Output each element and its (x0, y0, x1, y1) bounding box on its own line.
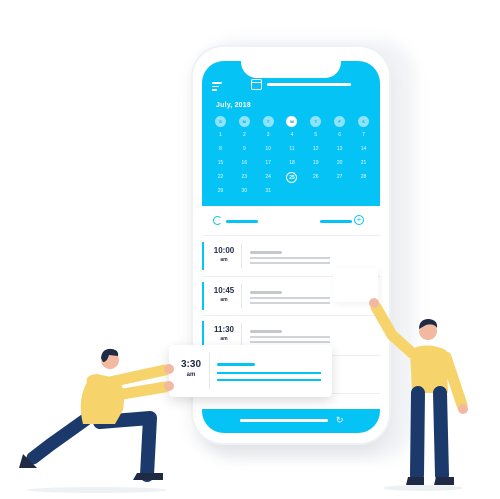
calendar-week-3: 15 16 17 18 19 20 21 (215, 158, 369, 169)
event-title-placeholder (250, 291, 282, 294)
weekday-fri: F (334, 116, 346, 127)
calendar-day[interactable]: 15 (215, 158, 226, 169)
menu-icon[interactable] (212, 82, 222, 91)
calendar-day[interactable]: 29 (215, 186, 226, 197)
calendar-day[interactable]: 16 (239, 158, 250, 169)
calendar-day[interactable]: 22 (215, 172, 226, 183)
calendar-day[interactable]: 13 (334, 144, 345, 155)
add-circle-icon[interactable]: + (354, 215, 364, 225)
event-divider (241, 244, 242, 268)
calendar-day[interactable]: 3 (263, 130, 274, 141)
event-accent (202, 242, 204, 270)
calendar-day[interactable]: 24 (263, 172, 274, 183)
event-time-period: am (220, 297, 228, 303)
calendar-day[interactable]: 31 (263, 186, 274, 197)
weekday-wed: W (286, 116, 298, 127)
popout-detail-placeholder (217, 372, 321, 374)
calendar-day[interactable]: 2 (239, 130, 250, 141)
phone-notch (241, 61, 341, 78)
calendar-day[interactable]: 14 (358, 144, 369, 155)
calendar-day[interactable]: 17 (263, 158, 274, 169)
calendar-day[interactable]: 28 (358, 172, 369, 183)
person-reaching-illustration (369, 298, 468, 491)
weekday-sat: S (357, 116, 369, 127)
home-indicator[interactable] (240, 419, 328, 422)
event-time-value: 11:30 (213, 325, 235, 334)
popout-event-card[interactable]: 3:30 am (169, 345, 332, 397)
calendar-day[interactable]: 27 (334, 172, 345, 183)
event-divider (241, 284, 242, 308)
filter-label-placeholder (226, 220, 258, 223)
calendar-day[interactable]: 1 (215, 130, 226, 141)
calendar-week-4: 22 23 24 25 26 27 28 (215, 172, 369, 183)
event-time: 10:45 am (210, 286, 238, 303)
calendar-day[interactable]: 26 (310, 172, 321, 183)
sync-icon[interactable]: ↻ (336, 415, 344, 426)
event-detail-placeholder (250, 257, 330, 259)
calendar-day[interactable]: 21 (358, 158, 369, 169)
calendar-day[interactable]: 11 (286, 144, 297, 155)
popout-divider (209, 353, 210, 389)
month-label: July, 2018 (216, 102, 251, 109)
add-label-placeholder (320, 220, 352, 223)
divider (202, 235, 380, 236)
event-title-placeholder (250, 330, 282, 333)
event-detail-placeholder (250, 302, 330, 304)
event-time-value: 10:00 (213, 246, 235, 255)
calendar-day[interactable]: 30 (239, 186, 250, 197)
calendar-week-5: 29 30 31 (215, 186, 369, 197)
weekday-sun: S (215, 116, 226, 127)
calendar-day[interactable]: 18 (286, 158, 297, 169)
calendar-day[interactable]: 9 (239, 144, 250, 155)
event-time: 11:30 am (210, 325, 238, 342)
event-detail-placeholder (250, 341, 330, 343)
refresh-icon[interactable] (213, 216, 222, 225)
calendar-panel: July, 2018 S M T W T F S 1 2 3 4 5 6 7 8 (202, 61, 380, 206)
event-detail-placeholder (250, 262, 330, 264)
calendar-day[interactable]: 10 (263, 144, 274, 155)
event-time-period: am (220, 257, 228, 263)
weekday-row: S M T W T F S (215, 116, 369, 127)
header-title-placeholder (267, 83, 351, 86)
weekday-mon: M (238, 116, 250, 127)
calendar-day[interactable]: 12 (310, 144, 321, 155)
calendar-day[interactable]: 20 (334, 158, 345, 169)
event-accent (202, 282, 204, 310)
calendar-day[interactable]: 23 (239, 172, 250, 183)
popout-title-placeholder (217, 363, 255, 366)
event-time-period: am (220, 336, 228, 342)
weekday-tue: T (262, 116, 274, 127)
event-time: 10:00 am (210, 246, 238, 263)
calendar-week-1: 1 2 3 4 5 6 7 (215, 130, 369, 141)
popout-detail-placeholder (217, 379, 321, 381)
calendar-day[interactable]: 19 (310, 158, 321, 169)
event-detail-placeholder (250, 336, 330, 338)
schedule-controls: + (202, 206, 380, 236)
calendar-day[interactable]: 8 (215, 144, 226, 155)
event-time-value: 10:45 (213, 286, 235, 295)
calendar-icon[interactable] (251, 79, 262, 90)
event-detail-placeholder (250, 297, 330, 299)
person-pushing-illustration (19, 348, 174, 493)
calendar-day[interactable]: 6 (334, 130, 345, 141)
calendar-day-today[interactable]: 25 (286, 172, 298, 183)
bottom-bar: ↻ (202, 409, 380, 433)
weekday-thu: T (310, 116, 322, 127)
event-divider (241, 323, 242, 347)
event-title-placeholder (250, 251, 282, 254)
calendar-week-2: 8 9 10 11 12 13 14 (215, 144, 369, 155)
calendar-day[interactable]: 4 (286, 130, 297, 141)
event-separator (202, 315, 380, 316)
calendar-day[interactable]: 7 (358, 130, 369, 141)
calendar-day[interactable]: 5 (310, 130, 321, 141)
